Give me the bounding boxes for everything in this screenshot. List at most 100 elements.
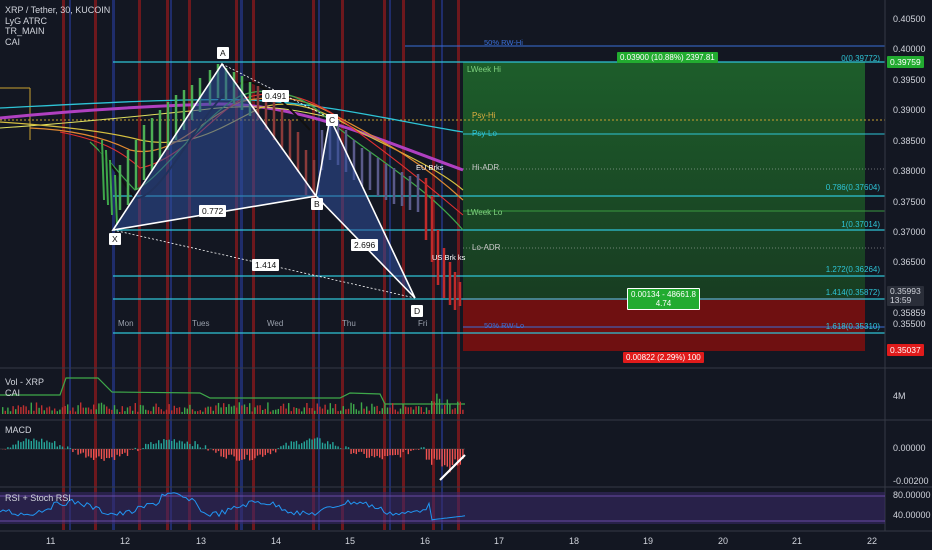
- volume-bar: [72, 407, 74, 414]
- symbol-title[interactable]: XRP / Tether, 30, KUCOIN: [5, 5, 110, 16]
- volume-bar: [51, 410, 53, 414]
- volume-bar: [178, 407, 181, 414]
- macd-bar: [25, 438, 27, 449]
- indicator-lyg-atrc[interactable]: LyG ATRC: [5, 16, 110, 27]
- price-tick: 0.38000: [893, 166, 926, 176]
- volume-title[interactable]: Vol - XRP: [5, 377, 44, 388]
- macd-bar: [246, 449, 248, 455]
- macd-bar: [340, 448, 342, 449]
- level-us-brks: US Brk ks: [432, 253, 466, 262]
- volume-bar: [113, 405, 116, 414]
- tp-price-tag: 0.39759: [887, 56, 924, 68]
- volume-bar: [220, 407, 222, 414]
- macd-bar: [386, 449, 389, 457]
- volume-bar: [158, 407, 160, 414]
- volume-bar: [223, 403, 225, 414]
- macd-bar: [254, 449, 256, 459]
- stop-label[interactable]: 0.00822 (2.29%) 100: [623, 352, 704, 363]
- volume-bar: [381, 408, 383, 414]
- volume-bar: [423, 411, 425, 414]
- macd-bar: [345, 446, 347, 449]
- level-rw-hi: 50% RW-Hi: [484, 38, 523, 47]
- indicator-tr-main[interactable]: TR_MAIN: [5, 26, 110, 37]
- macd-bar: [46, 440, 48, 449]
- volume-bar: [428, 410, 430, 414]
- macd-title[interactable]: MACD: [5, 425, 32, 436]
- pattern-point-c[interactable]: C: [326, 114, 339, 126]
- target-label[interactable]: 0.03900 (10.88%) 2397.81: [617, 52, 718, 63]
- volume-bar: [353, 404, 355, 414]
- macd-bar: [38, 441, 40, 449]
- macd-bar: [43, 442, 45, 449]
- volume-bar: [67, 404, 69, 414]
- macd-bar: [197, 444, 199, 449]
- rsi-pane[interactable]: [0, 492, 885, 524]
- macd-bar: [327, 441, 329, 449]
- volume-bar: [61, 407, 64, 414]
- volume-bar: [25, 406, 27, 414]
- volume-bar: [254, 407, 256, 414]
- volume-bar: [295, 407, 298, 414]
- macd-bar: [321, 442, 324, 449]
- macd-bar: [132, 449, 134, 450]
- volume-bar: [327, 409, 329, 414]
- chart-canvas[interactable]: [0, 0, 932, 550]
- macd-bar: [423, 447, 425, 449]
- target-zone[interactable]: [463, 62, 865, 298]
- volume-bar: [459, 401, 461, 414]
- date-tick: 12: [120, 536, 131, 546]
- volume-bar: [285, 408, 287, 414]
- volume-bar: [186, 408, 188, 414]
- macd-bar: [444, 449, 446, 466]
- volume-bar: [376, 405, 378, 414]
- macd-bar: [35, 440, 38, 449]
- chart-legend: XRP / Tether, 30, KUCOIN LyG ATRC TR_MAI…: [5, 5, 110, 47]
- macd-bar: [238, 449, 240, 461]
- volume-bar: [38, 407, 40, 414]
- macd-bar: [267, 449, 269, 453]
- price-tag-secondary: 0.35859: [893, 308, 926, 318]
- volume-bar: [288, 403, 290, 414]
- volume-bar: [431, 400, 433, 414]
- macd-bar: [223, 449, 225, 458]
- macd-bar: [69, 448, 71, 449]
- volume-bar: [199, 410, 201, 414]
- volume-sub[interactable]: CAI: [5, 388, 44, 399]
- macd-bar: [407, 449, 409, 455]
- macd-bar: [124, 449, 126, 453]
- date-tick: 11: [46, 536, 56, 546]
- macd-bar: [405, 449, 407, 450]
- pattern-point-x[interactable]: X: [109, 233, 121, 245]
- pattern-point-d[interactable]: D: [411, 305, 424, 317]
- macd-bar: [454, 449, 456, 460]
- volume-bar: [43, 410, 45, 414]
- macd-bar: [41, 438, 43, 449]
- volume-bar: [386, 407, 389, 414]
- volume-bar: [181, 411, 183, 414]
- pattern-point-b[interactable]: B: [311, 198, 323, 210]
- volume-bar: [103, 404, 105, 414]
- volume-bar: [321, 408, 324, 414]
- volume-bar: [314, 410, 316, 414]
- macd-bar: [360, 449, 363, 452]
- date-tick: 19: [643, 536, 654, 546]
- date-tick: 17: [494, 536, 505, 546]
- indicator-cai[interactable]: CAI: [5, 37, 110, 48]
- volume-bar: [397, 411, 399, 414]
- pattern-point-a[interactable]: A: [217, 47, 229, 59]
- macd-bar: [379, 449, 381, 458]
- price-tick: 0.40500: [893, 14, 926, 24]
- volume-bar: [82, 407, 84, 414]
- volume-bar: [298, 408, 300, 414]
- volume-bar: [412, 409, 415, 414]
- entry-label[interactable]: 0.00134 - 48661.8 4.74: [627, 288, 700, 310]
- macd-bar: [30, 441, 32, 449]
- macd-bar: [51, 442, 53, 449]
- date-tick: 20: [718, 536, 729, 546]
- macd-bar: [165, 440, 168, 449]
- volume-bar: [311, 408, 313, 414]
- volume-bar: [233, 405, 235, 414]
- rsi-title[interactable]: RSI + Stoch RSI: [5, 493, 71, 504]
- price-tick: 0.39500: [893, 75, 926, 85]
- macd-bar: [337, 446, 339, 449]
